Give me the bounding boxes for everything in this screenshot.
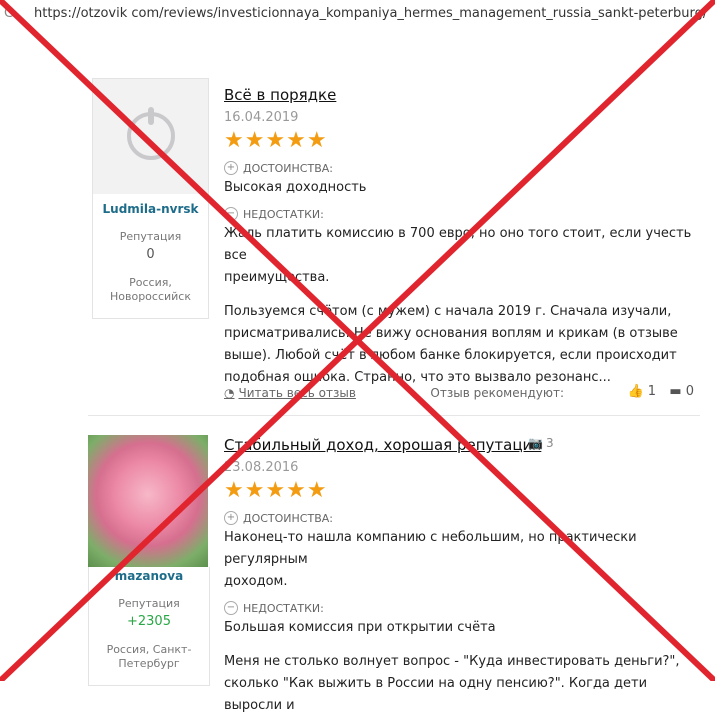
red-cross-overlay xyxy=(0,0,715,681)
